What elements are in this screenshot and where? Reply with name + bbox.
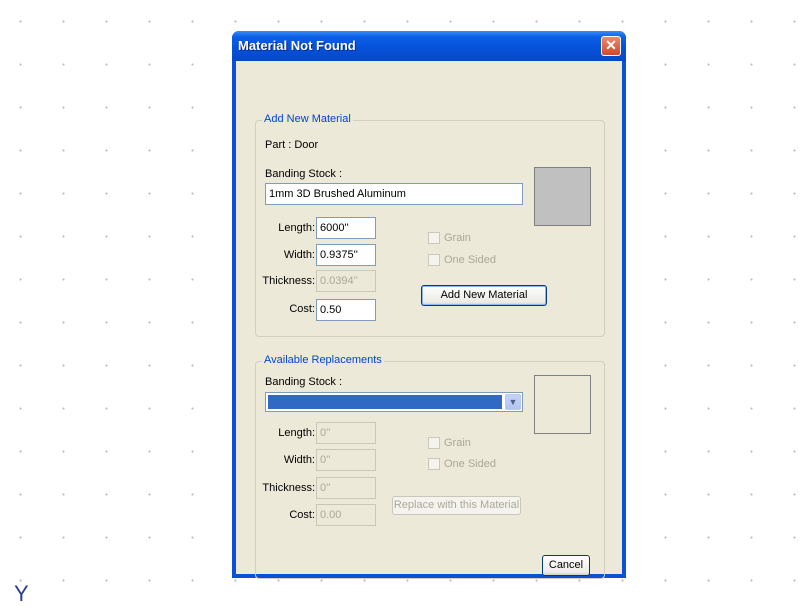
width-input[interactable] bbox=[316, 244, 376, 266]
material-not-found-dialog: Material Not Found ✕ Add New Material Pa… bbox=[232, 31, 626, 579]
replacement-one-sided-checkbox bbox=[428, 458, 440, 470]
replacement-length-label: Length: bbox=[278, 427, 315, 439]
grain-label: Grain bbox=[444, 232, 471, 244]
replacement-thickness-input bbox=[316, 477, 376, 499]
add-new-material-button[interactable]: Add New Material bbox=[421, 285, 547, 306]
replacement-banding-stock-label: Banding Stock : bbox=[265, 376, 343, 388]
width-label: Width: bbox=[283, 249, 315, 261]
thickness-label: Thickness: bbox=[262, 275, 315, 287]
replacement-grain-label: Grain bbox=[444, 437, 471, 449]
chevron-down-icon[interactable]: ▼ bbox=[505, 394, 521, 410]
one-sided-checkbox bbox=[428, 254, 440, 266]
cost-label: Cost: bbox=[289, 303, 315, 315]
close-icon[interactable]: ✕ bbox=[601, 36, 621, 56]
add-new-material-legend: Add New Material bbox=[262, 113, 353, 125]
available-replacements-legend: Available Replacements bbox=[262, 354, 384, 366]
length-input[interactable] bbox=[316, 217, 376, 239]
thickness-input bbox=[316, 270, 376, 292]
replacement-width-label: Width: bbox=[283, 454, 315, 466]
dialog-client-area: Add New Material Part : Door Banding Sto… bbox=[236, 61, 622, 579]
axis-y-icon: Y bbox=[14, 581, 29, 606]
banding-stock-label: Banding Stock : bbox=[265, 168, 343, 180]
grain-checkbox bbox=[428, 232, 440, 244]
dialog-title: Material Not Found bbox=[238, 38, 356, 53]
replacement-preview-swatch bbox=[534, 375, 591, 434]
one-sided-label: One Sided bbox=[444, 254, 496, 266]
replacement-banding-stock-dropdown[interactable]: ▼ bbox=[265, 392, 523, 412]
replacement-grain-checkbox bbox=[428, 437, 440, 449]
replacement-length-input bbox=[316, 422, 376, 444]
replacement-thickness-label: Thickness: bbox=[262, 482, 315, 494]
replace-with-material-button: Replace with this Material bbox=[392, 496, 521, 515]
replacement-cost-input bbox=[316, 504, 376, 526]
material-preview-swatch bbox=[534, 167, 591, 226]
replacement-one-sided-label: One Sided bbox=[444, 458, 496, 470]
dropdown-selection-highlight bbox=[268, 395, 502, 409]
banding-stock-input[interactable] bbox=[265, 183, 523, 205]
length-label: Length: bbox=[278, 222, 315, 234]
replacement-cost-label: Cost: bbox=[289, 509, 315, 521]
cost-input[interactable] bbox=[316, 299, 376, 321]
replacement-width-input bbox=[316, 449, 376, 471]
part-label: Part : Door bbox=[265, 139, 319, 151]
dialog-title-bar[interactable]: Material Not Found ✕ bbox=[232, 31, 626, 61]
cancel-button[interactable]: Cancel bbox=[542, 555, 590, 576]
